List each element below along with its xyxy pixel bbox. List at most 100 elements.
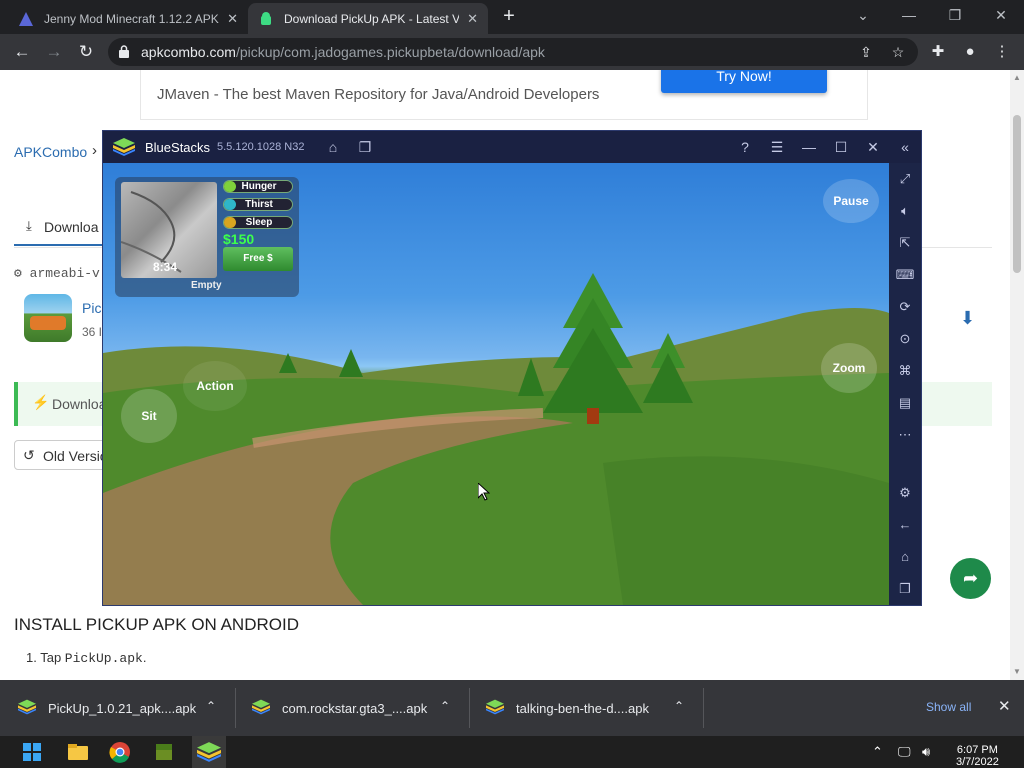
- sleep-bar: Sleep: [223, 216, 293, 229]
- bluestacks-file-icon: [486, 699, 504, 715]
- speaker-icon[interactable]: 🔊︎: [922, 744, 930, 760]
- minimize-icon[interactable]: —: [799, 137, 819, 157]
- bluestacks-titlebar: BlueStacks 5.5.120.1028 N32 ⌂ ❐ ? ☰ — ☐ …: [103, 131, 921, 163]
- chevron-up-icon[interactable]: ⌃: [440, 699, 450, 713]
- multi-instance-icon[interactable]: ❐: [355, 137, 375, 157]
- download-tab[interactable]: ⤓ Downloa: [14, 210, 114, 246]
- tree: [518, 358, 544, 396]
- gamepad-icon[interactable]: ⌘: [895, 361, 915, 381]
- page-scrollbar[interactable]: ▲ ▼: [1010, 70, 1024, 680]
- tab-search-icon[interactable]: ⌄: [840, 0, 886, 30]
- collapse-sidebar-icon[interactable]: «: [895, 137, 915, 157]
- forward-icon[interactable]: →: [42, 40, 66, 64]
- tab-jenny-mod[interactable]: Jenny Mod Minecraft 1.12.2 APK ✕: [8, 3, 248, 34]
- file-explorer-icon[interactable]: [66, 740, 90, 764]
- money-counter: $150: [223, 231, 255, 247]
- tree: [643, 333, 693, 403]
- close-downloads-icon[interactable]: ✕: [998, 697, 1011, 715]
- tab-title: Download PickUp APK - Latest V: [284, 11, 460, 26]
- fullscreen-icon[interactable]: ⤢: [895, 169, 915, 189]
- maximize-icon[interactable]: ☐: [831, 137, 851, 157]
- pointer-icon[interactable]: ⇱: [895, 233, 915, 253]
- bluestacks-sidebar: ⤢ 🔈︎ ⇱ ⌨ ⟳ ⊙ ⌘ ▤ ⋯ ⚙ ← ⌂ ❐: [889, 163, 921, 605]
- download-tab-label: Downloa: [44, 219, 99, 235]
- home-icon[interactable]: ⌂: [323, 137, 343, 157]
- minecraft-icon[interactable]: [152, 740, 176, 764]
- android-favicon-icon: [261, 11, 271, 25]
- share-fab-icon[interactable]: ➦: [950, 558, 991, 599]
- tab-close-icon[interactable]: ✕: [227, 11, 238, 27]
- address-bar[interactable]: apkcombo.com/pickup/com.jadogames.pickup…: [108, 38, 918, 66]
- zoom-button[interactable]: Zoom: [821, 343, 877, 393]
- scroll-down-icon[interactable]: ▼: [1013, 667, 1021, 676]
- android-home-icon[interactable]: ⌂: [895, 547, 915, 567]
- bluestacks-name: BlueStacks: [145, 140, 211, 155]
- bluestacks-taskbar-icon[interactable]: [197, 740, 221, 764]
- download-arrow-icon[interactable]: ⬇: [960, 308, 980, 330]
- macro-icon[interactable]: ⟳: [895, 297, 915, 317]
- restore-button[interactable]: ❐: [932, 0, 978, 30]
- download-item[interactable]: talking-ben-the-d....apk ⌃: [470, 688, 704, 728]
- show-all-downloads-link[interactable]: Show all: [926, 700, 971, 714]
- notice-text: Downloa: [52, 396, 107, 412]
- app-name-link[interactable]: Pic: [82, 300, 101, 316]
- hunger-bar: Hunger: [223, 180, 293, 193]
- try-now-button[interactable]: Try Now!: [661, 70, 827, 93]
- sync-icon[interactable]: ⊙: [895, 329, 915, 349]
- ad-banner[interactable]: JMaven - The best Maven Repository for J…: [140, 70, 868, 120]
- volume-icon[interactable]: 🔈︎: [895, 201, 915, 221]
- game-viewport[interactable]: 8:34 Hunger Thirst Sleep $150 Free $ Emp…: [103, 163, 889, 605]
- hamburger-menu-icon[interactable]: ☰: [767, 137, 787, 157]
- profile-avatar-icon[interactable]: ●: [958, 40, 982, 64]
- sit-button[interactable]: Sit: [121, 389, 177, 443]
- extensions-icon[interactable]: ✚: [926, 40, 950, 64]
- old-versions-button[interactable]: ↺ Old Versio: [14, 440, 114, 470]
- settings-gear-icon[interactable]: ⚙: [895, 483, 915, 503]
- menu-kebab-icon[interactable]: ⋮: [990, 40, 1014, 64]
- new-tab-button[interactable]: +: [497, 5, 521, 29]
- bluestacks-version: 5.5.120.1028 N32: [217, 141, 305, 153]
- thirst-bar: Thirst: [223, 198, 293, 211]
- tree: [543, 273, 643, 424]
- system-clock[interactable]: 6:07 PM 3/7/2022: [956, 744, 999, 768]
- scroll-up-icon[interactable]: ▲: [1013, 73, 1021, 82]
- inventory-label: Empty: [191, 280, 222, 291]
- breadcrumb-link[interactable]: APKCombo: [14, 144, 87, 160]
- chevron-up-icon[interactable]: ⌃: [206, 699, 216, 713]
- minimize-button[interactable]: —: [886, 0, 932, 30]
- url-text: apkcombo.com/pickup/com.jadogames.pickup…: [141, 44, 545, 60]
- app-size: 36 I: [82, 325, 103, 339]
- keyboard-icon[interactable]: ⌨: [895, 265, 915, 285]
- tab-pickup-apk[interactable]: Download PickUp APK - Latest V ✕: [248, 3, 488, 34]
- tray-chevron-up-icon[interactable]: ⌃: [872, 744, 883, 760]
- reload-icon[interactable]: ↻: [74, 40, 98, 64]
- chevron-right-icon: ›: [92, 142, 97, 159]
- pause-button[interactable]: Pause: [823, 179, 879, 223]
- bookmark-star-icon[interactable]: ☆: [888, 42, 908, 62]
- back-icon[interactable]: ←: [10, 40, 34, 64]
- install-step-1: 1. Tap PickUp.apk.: [26, 650, 147, 666]
- download-item[interactable]: PickUp_1.0.21_apk....apk ⌃: [0, 688, 236, 728]
- download-item[interactable]: com.rockstar.gta3_....apk ⌃: [236, 688, 470, 728]
- share-icon[interactable]: ⇪: [856, 42, 876, 62]
- windows-start-icon[interactable]: [20, 740, 44, 764]
- tab-strip: Jenny Mod Minecraft 1.12.2 APK ✕ Downloa…: [0, 0, 1024, 34]
- recent-apps-icon[interactable]: ❐: [895, 579, 915, 599]
- minimap[interactable]: 8:34: [121, 182, 217, 278]
- chrome-icon[interactable]: [108, 740, 132, 764]
- more-icon[interactable]: ⋯: [895, 425, 915, 445]
- help-icon[interactable]: ?: [735, 137, 755, 157]
- network-icon[interactable]: 🖵︎: [898, 744, 911, 760]
- close-window-button[interactable]: ✕: [978, 0, 1024, 30]
- tab-close-icon[interactable]: ✕: [467, 11, 478, 27]
- apk-install-icon[interactable]: ▤: [895, 393, 915, 413]
- action-button[interactable]: Action: [183, 361, 247, 411]
- hud-panel: 8:34 Hunger Thirst Sleep $150 Free $ Emp…: [115, 177, 299, 297]
- chevron-up-icon[interactable]: ⌃: [674, 699, 684, 713]
- free-money-button[interactable]: Free $: [223, 247, 293, 271]
- close-icon[interactable]: ✕: [863, 137, 883, 157]
- back-arrow-icon[interactable]: ←: [895, 515, 915, 535]
- taskbar: ⌃ 🖵︎ 🔊︎ 6:07 PM 3/7/2022: [0, 736, 1024, 768]
- tree: [279, 353, 297, 373]
- scroll-thumb[interactable]: [1013, 115, 1021, 273]
